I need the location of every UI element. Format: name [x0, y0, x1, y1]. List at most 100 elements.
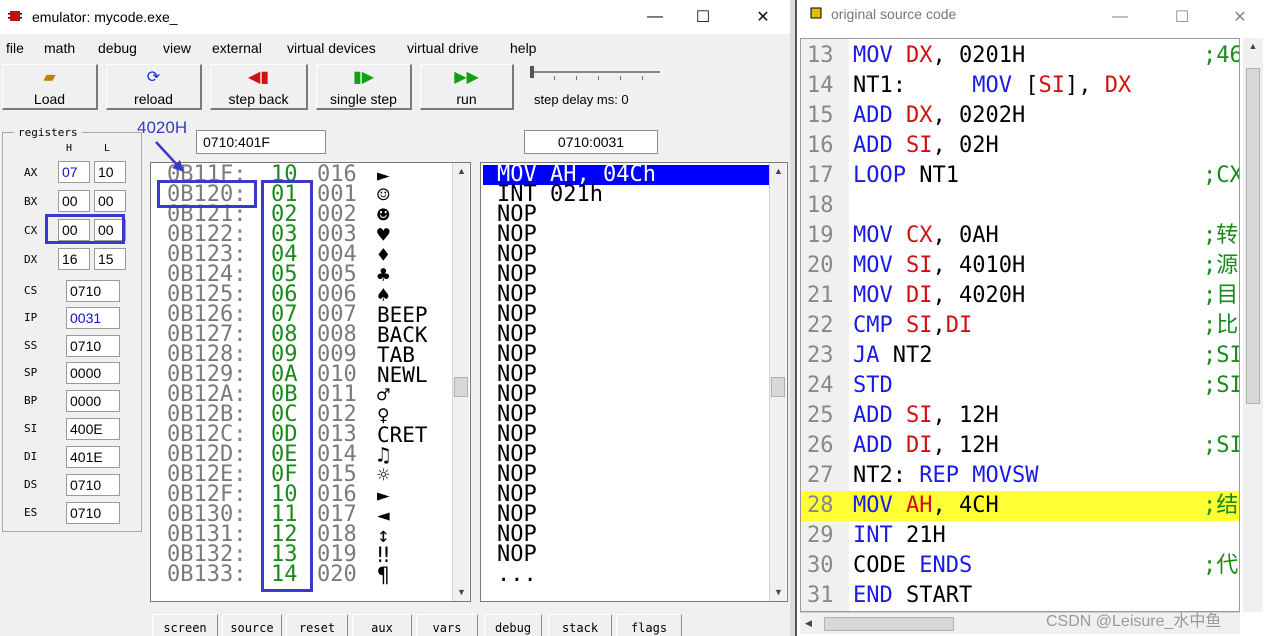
- run-button[interactable]: ▶▶ run: [420, 64, 514, 110]
- reset-button[interactable]: reset: [286, 614, 348, 636]
- minimize-button[interactable]: —: [632, 0, 678, 34]
- aux-button[interactable]: aux: [352, 614, 412, 636]
- reg-bx-h[interactable]: 00: [58, 190, 90, 212]
- source-line[interactable]: 15 ADD DX, 0202H: [801, 101, 1239, 131]
- menu-help[interactable]: help: [510, 40, 536, 56]
- debug-button[interactable]: debug: [484, 614, 542, 636]
- slider-thumb[interactable]: [530, 66, 534, 78]
- source-code-text: LOOP NT1: [853, 161, 959, 191]
- source-line[interactable]: 27 NT2: REP MOVSW: [801, 461, 1239, 491]
- scroll-thumb[interactable]: [771, 377, 785, 397]
- source-button[interactable]: source: [222, 614, 282, 636]
- code-text: 21H: [905, 523, 946, 548]
- code-comment: ;CX: [1203, 163, 1240, 188]
- close-button[interactable]: ✕: [740, 0, 786, 34]
- close-button[interactable]: ✕: [1217, 0, 1263, 34]
- scroll-down-icon[interactable]: ▼: [770, 584, 787, 601]
- source-line[interactable]: 19 MOV CX, 0AH ;转: [801, 221, 1239, 251]
- menu-view[interactable]: view: [163, 40, 191, 56]
- menu-debug[interactable]: debug: [98, 40, 137, 56]
- source-line[interactable]: 30 CODE ENDS ;代: [801, 551, 1239, 581]
- menu-external[interactable]: external: [212, 40, 262, 56]
- memory-char: ♠: [377, 283, 390, 307]
- source-code-text: ADD SI, 02H: [853, 131, 999, 161]
- reg-bp[interactable]: 0000: [66, 390, 120, 412]
- source-code-text: ADD DI, 12H: [853, 431, 999, 461]
- memory-scrollbar[interactable]: ▲ ▼: [452, 163, 469, 601]
- code-register: DI: [905, 433, 933, 458]
- reg-di[interactable]: 401E: [66, 446, 120, 468]
- maximize-button[interactable]: ☐: [680, 0, 726, 34]
- source-line[interactable]: 26 ADD DI, 12H ;SI: [801, 431, 1239, 461]
- reg-bx-l[interactable]: 00: [94, 190, 126, 212]
- code-keyword: INT: [853, 523, 906, 548]
- memory-char: ☼: [377, 463, 390, 487]
- reg-es[interactable]: 0710: [66, 502, 120, 524]
- source-line[interactable]: 17 LOOP NT1 ;CX: [801, 161, 1240, 191]
- menu-virtual-drive[interactable]: virtual drive: [407, 40, 479, 56]
- load-button[interactable]: ▰ Load: [2, 64, 98, 110]
- scroll-up-icon[interactable]: ▲: [453, 163, 470, 180]
- scroll-thumb[interactable]: [454, 377, 468, 397]
- source-vertical-scrollbar[interactable]: ▲: [1243, 38, 1263, 612]
- reg-dx-h[interactable]: 16: [58, 248, 90, 270]
- step-back-label: step back: [228, 91, 289, 107]
- reload-button[interactable]: ⟳ reload: [106, 64, 202, 110]
- scroll-thumb[interactable]: [1246, 68, 1260, 404]
- memory-char: ♦: [377, 243, 390, 267]
- code-text: NT2:: [853, 463, 920, 488]
- single-step-button[interactable]: ▮▶ single step: [316, 64, 412, 110]
- reload-icon: ⟳: [146, 69, 161, 86]
- reg-ax-l[interactable]: 10: [94, 161, 126, 183]
- source-line[interactable]: 14 NT1: MOV [SI], DX: [801, 71, 1239, 101]
- source-line[interactable]: 13 MOV DX, 0201H ;46: [801, 41, 1239, 71]
- source-code-area[interactable]: 13 MOV DX, 0201H ;46 14 NT1: MOV [SI], DX 15 A…: [800, 38, 1240, 612]
- step-back-button[interactable]: ◀▮ step back: [210, 64, 308, 110]
- source-line[interactable]: 20 MOV SI, 4010H ;源: [801, 251, 1239, 281]
- reload-label: reload: [134, 91, 173, 107]
- menu-virtual-devices[interactable]: virtual devices: [287, 40, 376, 56]
- scroll-up-icon[interactable]: ▲: [770, 163, 787, 180]
- source-line[interactable]: 24 STD ;SI: [801, 371, 1239, 401]
- reg-cs[interactable]: 0710: [66, 280, 120, 302]
- current-source-line[interactable]: 28 MOV AH, 4CH ;结: [801, 491, 1239, 521]
- source-line[interactable]: 22 CMP SI,DI ;比: [801, 311, 1239, 341]
- minimize-button[interactable]: —: [1097, 0, 1143, 34]
- memory-address-input[interactable]: 0710:401F: [196, 130, 326, 154]
- reg-ax-h[interactable]: 07: [58, 161, 90, 183]
- stack-button[interactable]: stack: [548, 614, 612, 636]
- screen-button[interactable]: screen: [152, 614, 218, 636]
- source-line[interactable]: 25 ADD SI, 12H: [801, 401, 1239, 431]
- reg-ip[interactable]: 0031: [66, 307, 120, 329]
- reg-sp[interactable]: 0000: [66, 362, 120, 384]
- line-number: 15: [807, 103, 834, 128]
- source-line[interactable]: 16 ADD SI, 02H: [801, 131, 1239, 161]
- scroll-left-icon[interactable]: ◀: [800, 615, 817, 632]
- disassembly-list[interactable]: MOV AH, 04Ch INT 021h NOP NOP NOP NOP NOP NOP NO…: [480, 162, 788, 602]
- reg-si[interactable]: 400E: [66, 418, 120, 440]
- reg-ss[interactable]: 0710: [66, 335, 120, 357]
- reg-dx-l[interactable]: 15: [94, 248, 126, 270]
- reg-ds[interactable]: 0710: [66, 474, 120, 496]
- scroll-down-icon[interactable]: ▼: [453, 584, 470, 601]
- disassembly-row[interactable]: ...: [497, 564, 537, 586]
- maximize-button[interactable]: ☐: [1159, 0, 1205, 34]
- vars-button[interactable]: vars: [416, 614, 478, 636]
- menu-math[interactable]: math: [44, 40, 75, 56]
- source-line[interactable]: 23 JA NT2 ;SI: [801, 341, 1239, 371]
- source-line[interactable]: 18: [801, 191, 1239, 221]
- disasm-address-input[interactable]: 0710:0031: [524, 130, 658, 154]
- menu-file[interactable]: file: [6, 40, 24, 56]
- scroll-up-icon[interactable]: ▲: [1243, 38, 1263, 55]
- source-line[interactable]: 29 INT 21H: [801, 521, 1239, 551]
- source-titlebar[interactable]: original source code — ☐ ✕: [797, 0, 1267, 32]
- source-line[interactable]: 21 MOV DI, 4020H ;目: [801, 281, 1239, 311]
- disassembly-scrollbar[interactable]: ▲ ▼: [769, 163, 786, 601]
- flags-button[interactable]: flags: [616, 614, 682, 636]
- step-delay-slider[interactable]: step delay ms: 0: [526, 64, 666, 110]
- code-register: DX: [905, 43, 933, 68]
- emulator-title: emulator: mycode.exe_: [32, 9, 178, 25]
- emulator-titlebar[interactable]: emulator: mycode.exe_ — ☐ ✕: [0, 0, 790, 34]
- scroll-thumb[interactable]: [824, 617, 954, 631]
- memory-char: ♣: [377, 263, 390, 287]
